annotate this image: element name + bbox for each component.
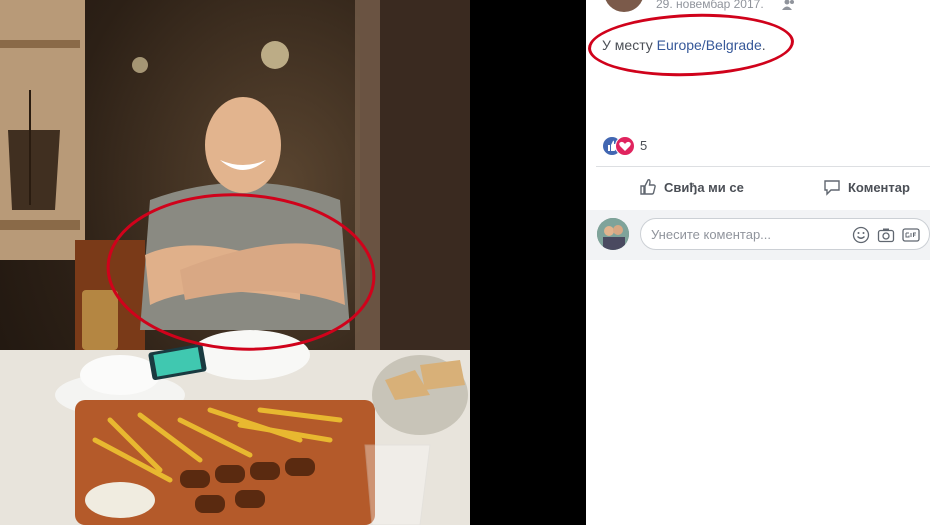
like-button[interactable]: Свиђа ми се — [638, 176, 744, 198]
smiley-icon[interactable] — [852, 226, 870, 244]
post-photo[interactable] — [0, 0, 470, 525]
thumbs-up-icon — [640, 179, 656, 195]
comment-placeholder: Унесите коментар... — [651, 227, 772, 242]
black-separator — [470, 0, 586, 525]
post-date[interactable]: 29. новембар 2017. — [656, 0, 764, 11]
post-header: 29. новембар 2017. — [586, 0, 930, 14]
camera-icon[interactable] — [877, 226, 895, 244]
comment-composer: Унесите коментар... — [586, 210, 930, 260]
like-button-label: Свиђа ми се — [664, 179, 744, 195]
reaction-count: 5 — [640, 138, 648, 153]
facebook-post-panel: 29. новембар 2017. У месту Europe/Belgra… — [586, 0, 930, 525]
comment-button[interactable]: Коментар — [822, 176, 910, 198]
commenter-avatar[interactable] — [597, 218, 629, 250]
friends-icon[interactable] — [782, 0, 796, 10]
restaurant-photo-illustration — [0, 0, 470, 525]
author-avatar[interactable] — [604, 0, 644, 12]
gif-icon[interactable] — [902, 226, 920, 244]
comment-button-label: Коментар — [848, 179, 910, 195]
speech-bubble-icon — [824, 180, 840, 196]
divider — [596, 166, 930, 167]
comment-input[interactable]: Унесите коментар... — [640, 218, 930, 250]
red-annotation-ellipse — [586, 10, 796, 80]
love-reaction-icon — [615, 136, 635, 156]
